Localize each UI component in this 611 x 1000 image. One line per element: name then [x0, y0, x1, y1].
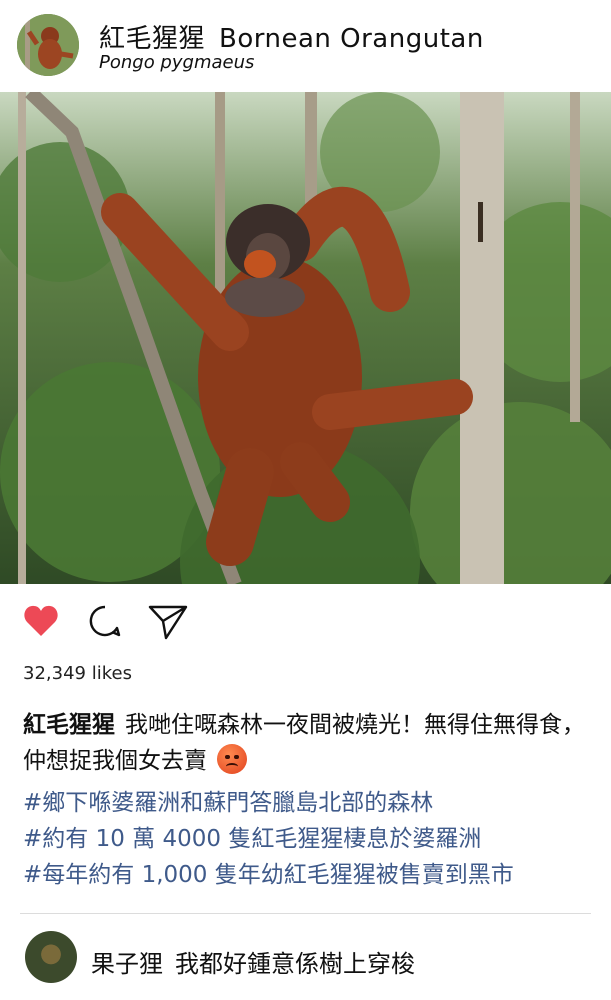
comment-row: 果子狸 我都好鍾意係樹上穿梭 — [0, 926, 611, 990]
comment-text: 我都好鍾意係樹上穿梭 — [175, 950, 415, 978]
angry-emoji-icon — [217, 744, 247, 774]
comment-icon[interactable] — [88, 604, 122, 642]
orangutan-in-forest-image — [0, 92, 611, 584]
commenter-avatar[interactable] — [25, 931, 77, 983]
hashtag[interactable]: #約有 10 萬 4000 隻紅毛猩猩棲息於婆羅洲 — [23, 821, 514, 857]
caption-username[interactable]: 紅毛猩猩 — [23, 712, 115, 738]
profile-avatar[interactable] — [17, 14, 79, 76]
share-icon[interactable] — [148, 604, 188, 644]
like-count[interactable]: 32,349 likes — [23, 663, 132, 684]
commenter-username[interactable]: 果子狸 — [91, 950, 163, 978]
post-actions — [0, 600, 611, 648]
comment-body: 果子狸 我都好鍾意係樹上穿梭 — [91, 944, 415, 979]
username-zh[interactable]: 紅毛猩猩 — [99, 24, 205, 54]
post-caption: 紅毛猩猩 我哋住嘅森林一夜間被燒光！無得住無得食，仲想捉我個女去賣 — [23, 707, 598, 779]
heart-icon[interactable] — [23, 604, 59, 642]
username-en: Bornean Orangutan — [219, 24, 484, 54]
post-header: 紅毛猩猩 Bornean Orangutan Pongo pygmaeus — [0, 0, 611, 92]
divider — [20, 913, 591, 914]
hashtag-list: #鄉下喺婆羅洲和蘇門答臘島北部的森林 #約有 10 萬 4000 隻紅毛猩猩棲息… — [23, 785, 514, 893]
post-photo[interactable] — [0, 92, 611, 584]
hashtag[interactable]: #鄉下喺婆羅洲和蘇門答臘島北部的森林 — [23, 785, 514, 821]
post-title: 紅毛猩猩 Bornean Orangutan — [99, 18, 484, 55]
hashtag[interactable]: #每年約有 1,000 隻年幼紅毛猩猩被售賣到黑市 — [23, 857, 514, 893]
scientific-name: Pongo pygmaeus — [99, 52, 255, 73]
orangutan-avatar-image — [17, 14, 79, 76]
